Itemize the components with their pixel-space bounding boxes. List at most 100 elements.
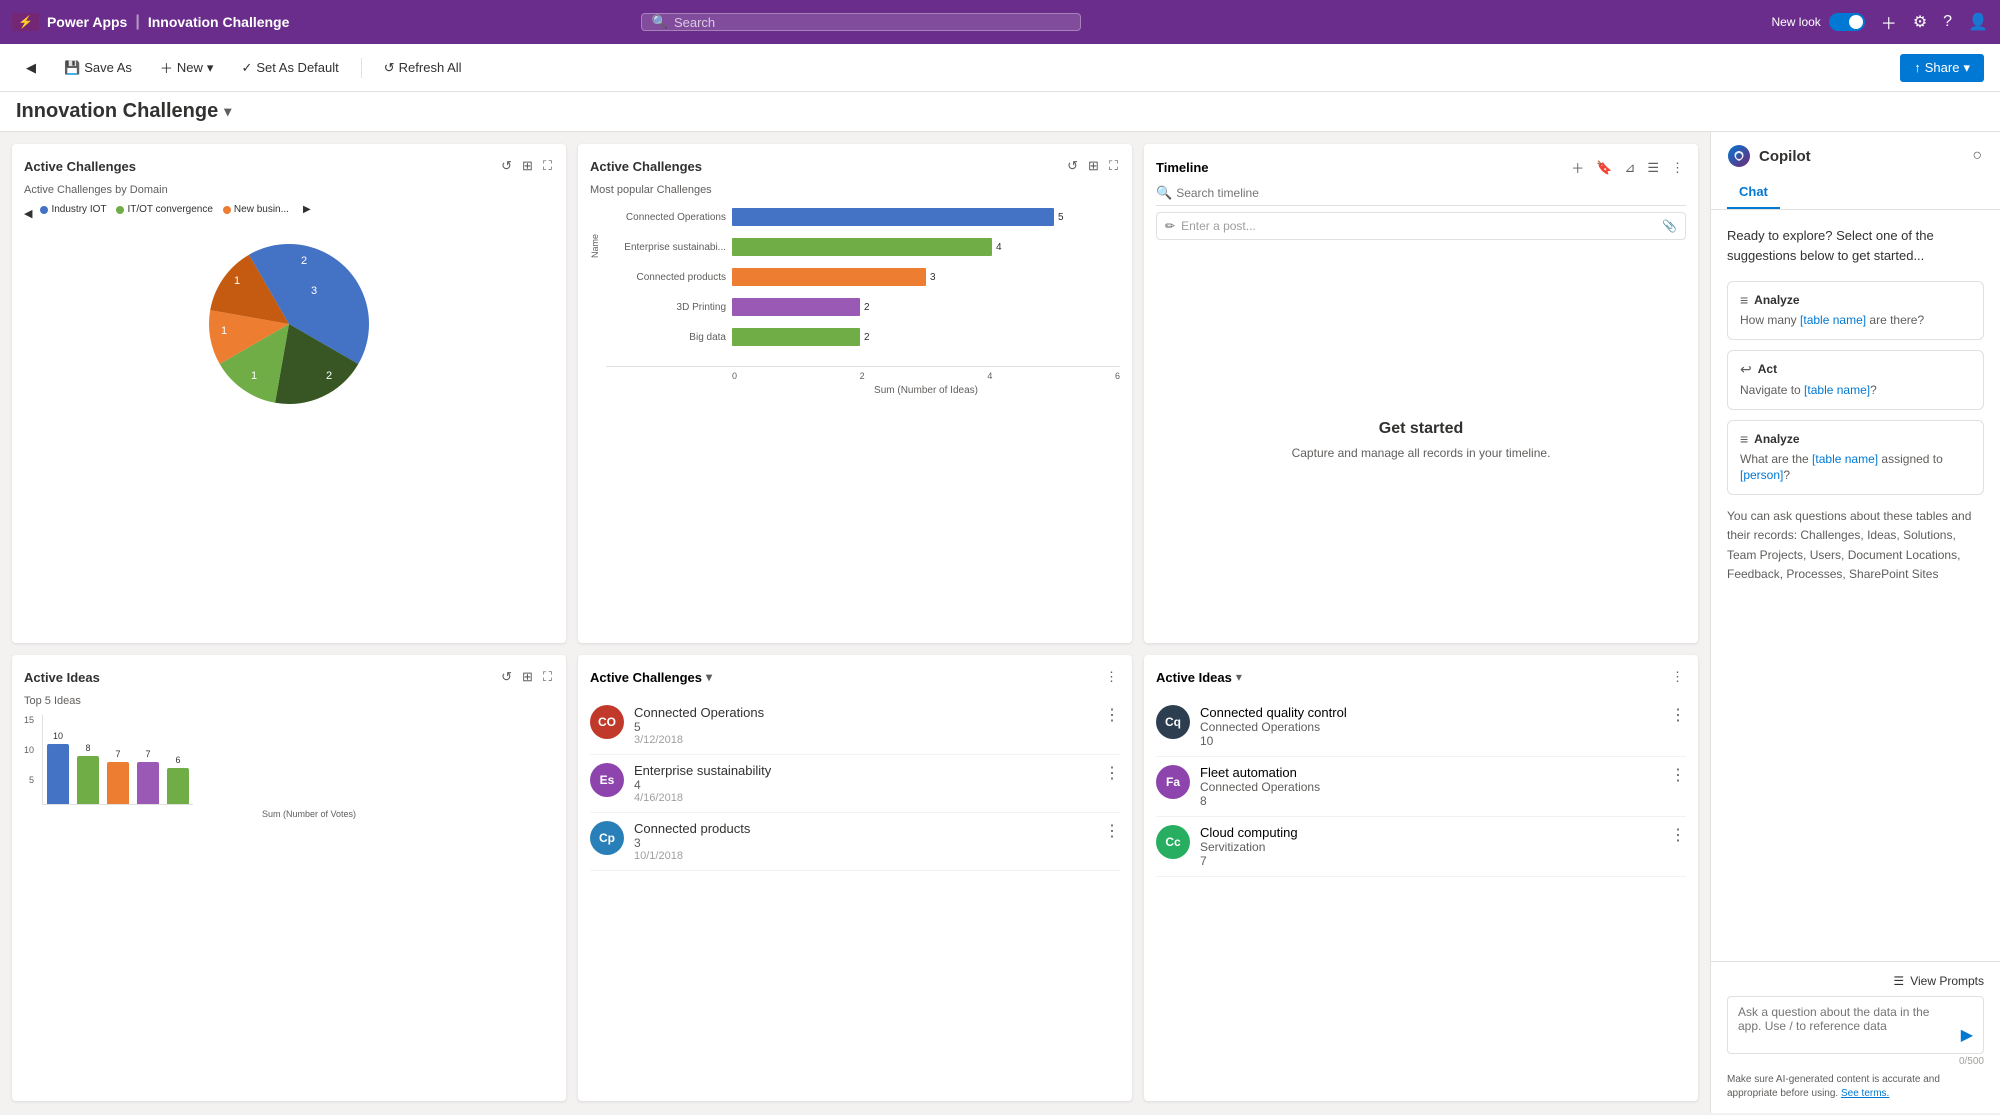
idea-menu-2[interactable]: ⋮ — [1670, 765, 1686, 785]
popular-challenges-bar-card: Active Challenges ↺ ⊞ ⛶ Most popular Cha… — [578, 144, 1132, 643]
top-navigation: ⚡ Power Apps | Innovation Challenge 🔍 Ne… — [0, 0, 2000, 44]
view-prompts-button[interactable]: ☰ View Prompts — [1727, 974, 1984, 988]
attachment-icon[interactable]: 📎 — [1662, 219, 1677, 233]
idea-avatar-1: Cq — [1156, 705, 1190, 739]
bar-label-3: Connected products — [606, 272, 726, 283]
idea-count-1: 10 — [1200, 734, 1660, 748]
suggestion-2-link[interactable]: [table name] — [1804, 383, 1870, 397]
pie-refresh-button[interactable]: ↺ — [499, 156, 514, 176]
copilot-suggestion-2[interactable]: ↩ Act Navigate to [table name]? — [1727, 350, 1984, 410]
timeline-list-button[interactable]: ☰ — [1645, 158, 1661, 178]
timeline-add-button[interactable]: ＋ — [1569, 156, 1586, 179]
bar-row-4: 3D Printing 2 — [606, 298, 1120, 316]
ideas-bar-col-3: 7 — [107, 749, 129, 804]
legend-dot-2 — [116, 206, 124, 214]
bar-card-header: Active Challenges ↺ ⊞ ⛶ — [590, 156, 1120, 176]
challenge-menu-2[interactable]: ⋮ — [1104, 763, 1120, 783]
suggestion-1-link[interactable]: [table name] — [1800, 313, 1866, 327]
legend-dot-1 — [40, 206, 48, 214]
bar-row-5: Big data 2 — [606, 328, 1120, 346]
timeline-search-input[interactable] — [1176, 186, 1686, 200]
search-box[interactable]: 🔍 — [641, 13, 1081, 31]
page-title-dropdown-icon[interactable]: ▾ — [224, 103, 231, 120]
ideas-expand-button[interactable]: ⛶ — [541, 667, 554, 687]
ideas-dropdown-icon[interactable]: ▾ — [1236, 670, 1242, 684]
pie-nav-next[interactable]: ▶ — [303, 204, 311, 215]
new-look-toggle[interactable]: New look — [1771, 13, 1864, 31]
bar-export-button[interactable]: ⊞ — [1086, 156, 1101, 176]
pie-expand-button[interactable]: ⛶ — [541, 156, 554, 176]
back-button[interactable]: ◀ — [16, 54, 46, 82]
idea-parent-2: Connected Operations — [1200, 780, 1660, 794]
settings-icon[interactable]: ⚙ — [1913, 12, 1927, 32]
challenge-menu-3[interactable]: ⋮ — [1104, 821, 1120, 841]
challenges-dropdown-icon[interactable]: ▾ — [706, 670, 712, 684]
timeline-post-input[interactable]: ✏ Enter a post... 📎 — [1156, 212, 1686, 240]
pie-label-2b: 2 — [301, 255, 307, 267]
idea-item-1: Cq Connected quality control Connected O… — [1156, 697, 1686, 757]
copilot-close-button[interactable]: ○ — [1970, 145, 1984, 167]
challenge-name-1: Connected Operations — [634, 705, 1094, 720]
suggestion-3-action: Analyze — [1754, 432, 1799, 446]
ideas-more-button[interactable]: ⋮ — [1669, 667, 1686, 687]
bar-value-3: 3 — [930, 272, 936, 283]
share-button[interactable]: ↑ Share ▾ — [1900, 54, 1984, 82]
nav-right-actions: New look ＋ ⚙ ? 👤 — [1771, 10, 1988, 34]
search-input[interactable] — [674, 15, 1070, 30]
bar-refresh-button[interactable]: ↺ — [1065, 156, 1080, 176]
challenge-menu-1[interactable]: ⋮ — [1104, 705, 1120, 725]
timeline-bookmark-button[interactable]: 🔖 — [1594, 158, 1614, 178]
idea-menu-3[interactable]: ⋮ — [1670, 825, 1686, 845]
challenge-name-2: Enterprise sustainability — [634, 763, 1094, 778]
new-look-switch[interactable] — [1829, 13, 1865, 31]
timeline-header: Timeline ＋ 🔖 ⊿ ☰ ⋮ — [1156, 156, 1686, 179]
bar-card-subtitle: Most popular Challenges — [590, 184, 1120, 196]
copilot-textarea[interactable] — [1738, 1005, 1955, 1045]
suggestion-3-link-table[interactable]: [table name] — [1812, 452, 1878, 466]
pie-chart-container: 3 2 1 1 1 2 — [24, 229, 554, 419]
user-avatar[interactable]: 👤 — [1968, 12, 1988, 32]
challenges-list-title: Active Challenges ▾ — [590, 670, 712, 685]
bar-expand-button[interactable]: ⛶ — [1107, 156, 1120, 176]
idea-avatar-2: Fa — [1156, 765, 1190, 799]
timeline-empty: Get started Capture and manage all recor… — [1156, 248, 1686, 631]
bar-chart-wrapper: Name Connected Operations 5 Enterprise s… — [590, 204, 1120, 396]
idea-menu-1[interactable]: ⋮ — [1670, 705, 1686, 725]
bar-value-1: 5 — [1058, 212, 1064, 223]
set-as-default-button[interactable]: ✓ Set As Default — [231, 54, 348, 82]
pie-nav-prev[interactable]: ◀ — [24, 207, 32, 220]
copilot-tabs: Chat — [1711, 176, 2000, 210]
disclaimer-link[interactable]: See terms. — [1841, 1088, 1889, 1099]
tab-chat[interactable]: Chat — [1727, 176, 1780, 209]
pie-chart-svg: 3 2 1 1 1 2 — [194, 229, 384, 419]
timeline-more-button[interactable]: ⋮ — [1669, 158, 1686, 178]
add-icon[interactable]: ＋ — [1881, 10, 1897, 34]
ideas-refresh-button[interactable]: ↺ — [499, 667, 514, 687]
suggestion-3-link-person[interactable]: [person] — [1740, 468, 1783, 482]
timeline-card: Timeline ＋ 🔖 ⊿ ☰ ⋮ 🔍 ✏ Enter a post... 📎 — [1144, 144, 1698, 643]
idea-name-3: Cloud computing — [1200, 825, 1660, 840]
ideas-list: Cq Connected quality control Connected O… — [1156, 697, 1686, 877]
copilot-suggestion-3[interactable]: ≡ Analyze What are the [table name] assi… — [1727, 420, 1984, 496]
bar-card-actions: ↺ ⊞ ⛶ — [1065, 156, 1120, 176]
new-button[interactable]: ＋ New ▾ — [150, 52, 224, 83]
challenges-more-button[interactable]: ⋮ — [1103, 667, 1120, 687]
ideas-export-button[interactable]: ⊞ — [520, 667, 535, 687]
save-as-button[interactable]: 💾 Save As — [54, 54, 142, 82]
refresh-all-button[interactable]: ↺ Refresh All — [374, 54, 472, 82]
dashboard: Active Challenges ↺ ⊞ ⛶ Active Challenge… — [0, 132, 1710, 1113]
challenge-count-1: 5 — [634, 720, 1094, 734]
copilot-brand: Copilot — [1727, 144, 1811, 168]
page-title: Innovation Challenge ▾ — [16, 100, 1984, 131]
idea-info-2: Fleet automation Connected Operations 8 — [1200, 765, 1660, 808]
copilot-suggestion-1[interactable]: ≡ Analyze How many [table name] are ther… — [1727, 281, 1984, 340]
pie-export-button[interactable]: ⊞ — [520, 156, 535, 176]
copilot-input-area: ▶ — [1727, 996, 1984, 1054]
copilot-send-button[interactable]: ▶ — [1961, 1025, 1973, 1045]
nav-divider: | — [135, 13, 139, 31]
timeline-search: 🔍 — [1156, 185, 1686, 206]
help-icon[interactable]: ? — [1943, 13, 1952, 31]
suggestion-1-action: Analyze — [1754, 293, 1799, 307]
timeline-filter-button[interactable]: ⊿ — [1622, 158, 1637, 178]
pie-label-1c: 1 — [234, 275, 240, 287]
